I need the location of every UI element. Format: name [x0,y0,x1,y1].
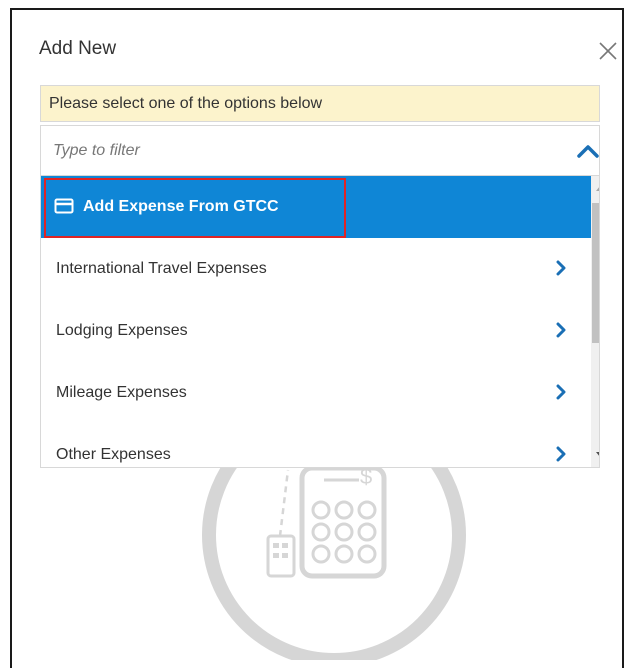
option-other-expenses[interactable]: Other Expenses [41,424,591,467]
calculator-receipt-icon: $ [202,450,466,660]
scrollbar-thumb[interactable] [592,203,599,343]
chevron-right-icon [556,384,566,400]
chevron-up-icon[interactable] [574,139,602,163]
scroll-down-arrow-icon[interactable] [591,445,600,463]
option-international-travel-expenses[interactable]: International Travel Expenses [41,238,591,300]
chevron-right-icon [556,446,566,462]
filter-input[interactable] [53,138,533,164]
dialog-title: Add New [39,38,117,59]
chevron-right-icon [556,260,566,276]
close-icon[interactable] [595,38,621,64]
option-lodging-expenses[interactable]: Lodging Expenses [41,300,591,362]
selection-highlight-box [44,178,346,238]
option-label: Mileage Expenses [56,384,187,401]
option-add-expense-from-gtcc[interactable]: Add Expense From GTCC [41,176,591,238]
option-mileage-expenses[interactable]: Mileage Expenses [41,362,591,424]
option-label: International Travel Expenses [56,260,267,277]
list-scrollbar[interactable] [591,176,600,467]
filter-bar [40,125,600,175]
options-list: Add Expense From GTCC International Trav… [40,175,600,468]
option-label: Other Expenses [56,446,171,463]
scroll-up-arrow-icon[interactable] [591,180,600,198]
instruction-banner: Please select one of the options below [40,85,600,122]
add-new-dialog: Add New $ Please select one of the optio… [10,8,624,668]
chevron-right-icon [556,322,566,338]
option-label: Lodging Expenses [56,322,188,339]
